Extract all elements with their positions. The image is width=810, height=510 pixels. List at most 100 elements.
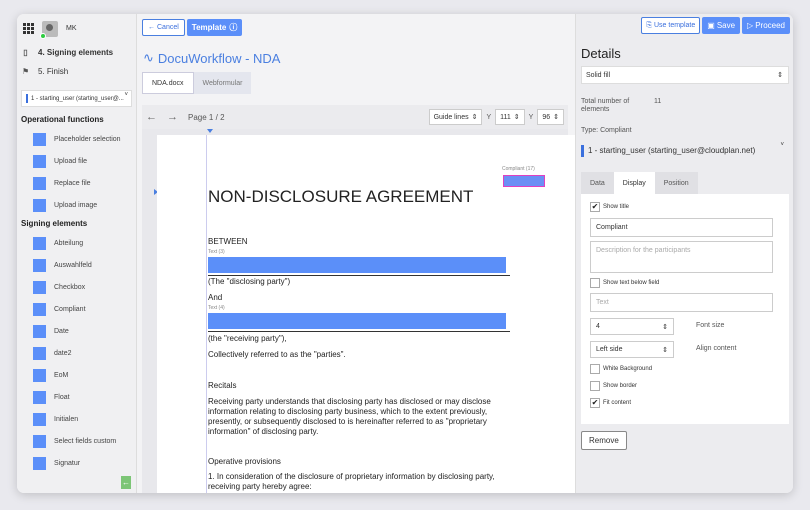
tab-webformular[interactable]: Webformular: [193, 72, 252, 94]
guide-lines-select[interactable]: Guide lines ⇕: [428, 109, 483, 125]
element-icon: [33, 390, 46, 404]
element-icon: [33, 456, 46, 470]
y1-input[interactable]: 111 ⇕: [495, 109, 525, 125]
operative-text: 1. In consideration of the disclosure of…: [208, 472, 495, 491]
sidebar-item-label: Float: [54, 393, 70, 401]
previous-page-icon[interactable]: ←: [146, 111, 157, 123]
sidebar-item-initialen[interactable]: Initialen: [17, 408, 136, 430]
details-title: Details: [581, 46, 621, 61]
element-icon: [33, 154, 46, 168]
pagebar-controls: Guide lines ⇕ Y 111 ⇕ Y 96 ⇕: [428, 109, 564, 125]
avatar[interactable]: [40, 20, 58, 39]
tab-nda-docx[interactable]: NDA.docx: [142, 72, 194, 94]
tab-data[interactable]: Data: [581, 172, 614, 194]
proceed-button[interactable]: ▷ Proceed: [742, 17, 790, 34]
page-separator: /: [215, 112, 218, 122]
description-input[interactable]: Description for the participants: [590, 241, 773, 273]
text-input[interactable]: Text: [590, 293, 773, 312]
sidebar-item-float[interactable]: Float: [17, 386, 136, 408]
y2-input[interactable]: 96 ⇕: [537, 109, 564, 125]
fit-content-checkbox[interactable]: ✔: [590, 398, 600, 408]
proceed-icon: ▷: [747, 21, 754, 30]
sidebar-item-placeholder-selection[interactable]: Placeholder selection: [17, 128, 136, 150]
sidebar-item-replace-file[interactable]: Replace file: [17, 172, 136, 194]
white-background-row: White Background: [590, 364, 652, 374]
fill-select[interactable]: Solid fill ⇕: [581, 66, 789, 84]
remove-button[interactable]: Remove: [581, 431, 627, 450]
show-text-below-label: Show text below field: [603, 280, 660, 286]
text-field-2[interactable]: [208, 313, 506, 329]
text-field-2-label: Text (4): [208, 305, 225, 311]
sort-icon: ⇕: [471, 114, 478, 121]
white-background-checkbox[interactable]: [590, 364, 600, 374]
page-total: 2: [220, 112, 225, 122]
step-finish[interactable]: ⚑ 5. Finish: [17, 62, 136, 81]
sidebar-item-label: EoM: [54, 371, 69, 379]
sidebar-item-compliant[interactable]: Compliant: [17, 298, 136, 320]
sidebar-item-upload-file[interactable]: Upload file: [17, 150, 136, 172]
use-template-label: Use template: [654, 22, 696, 29]
receiving-party-text: (the "receiving party"),: [208, 334, 287, 343]
user-initials: MK: [66, 25, 77, 32]
show-text-below-checkbox[interactable]: [590, 278, 600, 288]
collapse-sidebar-button[interactable]: ←: [121, 476, 131, 489]
sidebar-item-abteilung[interactable]: Abteilung: [17, 232, 136, 254]
sidebar-item-label: Initialen: [54, 415, 79, 423]
template-icon: ⎘: [646, 21, 652, 29]
font-size-select[interactable]: 4 ⇕: [590, 318, 674, 335]
sidebar-item-upload-image[interactable]: Upload image: [17, 194, 136, 216]
sidebar-item-label: Upload file: [54, 157, 88, 165]
template-button[interactable]: Template ⓘ: [186, 19, 243, 36]
proceed-label: Proceed: [755, 21, 785, 30]
assigned-user-value: 1 - starting_user (starting_user@cloudpl…: [588, 146, 756, 155]
sidebar-item-label: Signatur: [54, 459, 81, 467]
sidebar-item-select-fields-custom[interactable]: Select fields custom: [17, 430, 136, 452]
sidebar-item-date[interactable]: Date: [17, 320, 136, 342]
element-icon: [33, 434, 46, 448]
sidebar-item-checkbox[interactable]: Checkbox: [17, 276, 136, 298]
next-page-icon[interactable]: →: [167, 111, 178, 123]
title-input[interactable]: Compliant: [590, 218, 773, 237]
page-current: 1: [208, 112, 214, 122]
sidebar-item-auswahlfeld[interactable]: Auswahlfeld: [17, 254, 136, 276]
template-label: Template: [191, 23, 227, 32]
text-field-1[interactable]: [208, 257, 506, 273]
page-navigation-bar: ← → Page 1 / 2 Guide lines ⇕ Y 111 ⇕ Y 9…: [142, 105, 568, 129]
compliant-field[interactable]: [503, 175, 545, 187]
step-label: 4. Signing elements: [38, 48, 114, 57]
recitals-heading: Recitals: [208, 381, 237, 390]
document-title-text: DocuWorkflow - NDA: [157, 50, 281, 66]
disclosing-party-text: (The "disclosing party"): [208, 277, 291, 286]
step-label: 5. Finish: [38, 67, 69, 76]
page-indicator: Page 1 / 2: [188, 113, 225, 122]
save-label: Save: [716, 21, 736, 30]
apps-grid-icon[interactable]: [23, 23, 34, 34]
element-icon: [33, 346, 46, 360]
use-template-button[interactable]: ⎘ Use template: [641, 17, 701, 34]
font-size-value: 4: [596, 323, 600, 330]
tab-display[interactable]: Display: [613, 172, 655, 194]
arrow-left-icon: ←: [148, 24, 155, 31]
participant-select[interactable]: 1 - starting_user (starting_user@... ˅: [21, 90, 132, 107]
cancel-button[interactable]: ← Cancel: [142, 19, 185, 36]
sidebar-item-label: date2: [54, 349, 72, 357]
top-toolbar: ← Cancel Template ⓘ: [137, 14, 573, 41]
assigned-user-select[interactable]: 1 - starting_user (starting_user@cloudpl…: [581, 141, 789, 160]
sidebar-item-signatur[interactable]: Signatur: [17, 452, 136, 474]
sidebar-item-label: Abteilung: [54, 239, 84, 247]
show-border-checkbox[interactable]: [590, 381, 600, 391]
show-title-checkbox[interactable]: ✔: [590, 202, 600, 212]
sidebar-item-eom[interactable]: EoM: [17, 364, 136, 386]
info-icon: ⓘ: [229, 23, 238, 32]
page-label: Page: [188, 112, 207, 122]
sidebar-item-date2[interactable]: date2: [17, 342, 136, 364]
online-status-icon: [40, 32, 46, 39]
ruler-marker-top[interactable]: [207, 129, 213, 133]
left-sidebar: MK ▯ 4. Signing elements ⚑ 5. Finish 1 -…: [17, 14, 137, 493]
save-button[interactable]: ▣ Save: [702, 17, 741, 34]
fit-content-row: ✔ Fit content: [590, 398, 631, 408]
step-signing-elements[interactable]: ▯ 4. Signing elements: [17, 43, 136, 62]
align-content-select[interactable]: Left side ⇕: [590, 341, 674, 358]
tab-position[interactable]: Position: [654, 172, 698, 194]
sort-icon: ⇕: [662, 346, 668, 354]
